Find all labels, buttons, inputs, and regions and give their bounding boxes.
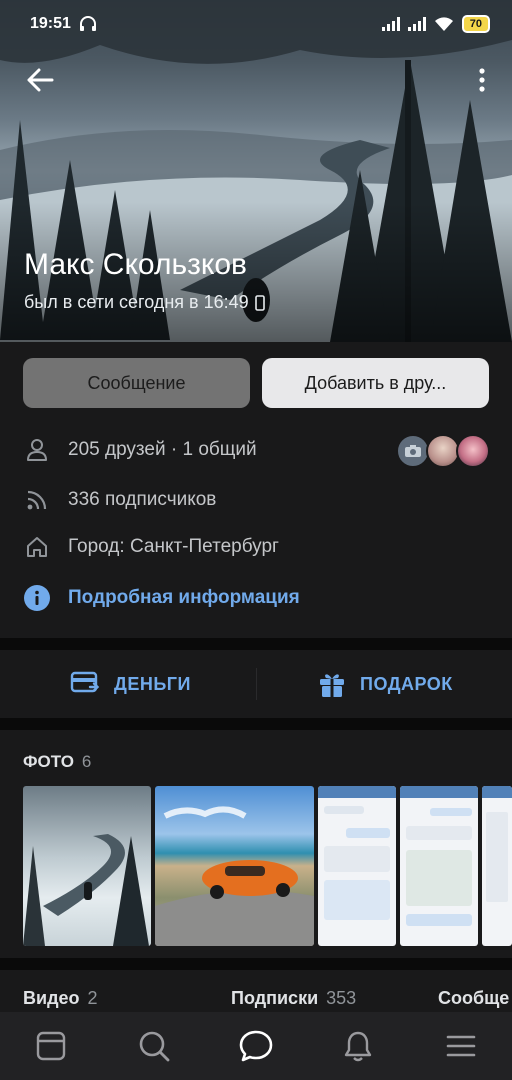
mutual-friends-avatars[interactable] (396, 434, 490, 468)
add-friend-button[interactable]: Добавить в дру... (262, 358, 489, 408)
search-icon (139, 1031, 170, 1062)
more-info-row[interactable]: Подробная информация (22, 583, 300, 613)
battery-indicator: 70 (461, 15, 490, 33)
tab-menu[interactable] (410, 1012, 512, 1080)
profile-info-card: Сообщение Добавить в дру... 205 друзей ·… (0, 342, 512, 638)
profile-counters: Видео 2 Подписки 353 Сообще (0, 970, 512, 1014)
online-status-text: был в сети сегодня в 16:49 (24, 292, 249, 312)
money-label: ДЕНЬГИ (114, 673, 191, 694)
online-status: был в сети сегодня в 16:49 (24, 292, 265, 313)
photo-thumb-5[interactable] (482, 786, 512, 946)
city-text: Город: Санкт-Петербург (68, 536, 279, 557)
info-icon (22, 583, 52, 613)
avatar-friend-1 (426, 434, 460, 468)
bottom-tab-bar (0, 1012, 512, 1080)
photos-count: 6 (81, 752, 92, 771)
gift-icon (320, 674, 344, 697)
tab-search[interactable] (102, 1012, 204, 1080)
status-bar: 19:51 70 (0, 0, 512, 48)
money-transfer-icon (70, 671, 100, 693)
notifications-icon (345, 1031, 372, 1062)
wifi-icon (434, 17, 453, 31)
tab-newsfeed[interactable] (0, 1012, 102, 1080)
back-button[interactable] (20, 60, 60, 100)
signal-icon (381, 17, 400, 31)
more-options-button[interactable] (470, 60, 494, 100)
avatar-friend-2 (456, 434, 490, 468)
money-button[interactable]: ДЕНЬГИ (70, 650, 191, 718)
actions-card: ДЕНЬГИ ПОДАРОК (0, 650, 512, 718)
mobile-phone-icon (254, 294, 265, 311)
rss-icon (22, 485, 52, 515)
photos-header[interactable]: ФОТО 6 (23, 752, 91, 772)
message-button[interactable]: Сообщение (23, 358, 250, 408)
gift-label: ПОДАРОК (360, 673, 453, 694)
communities-label: Сообще (438, 988, 510, 1008)
videos-count: 2 (87, 988, 98, 1008)
videos-label: Видео (23, 988, 80, 1008)
avatar-camera-placeholder (396, 434, 430, 468)
subscriptions-label: Подписки (231, 988, 319, 1008)
friends-row[interactable]: 205 друзей · 1 общий (22, 435, 257, 465)
photos-section: ФОТО 6 (0, 730, 512, 958)
photo-thumb-1[interactable] (23, 786, 151, 946)
followers-count-text: 336 подписчиков (68, 489, 217, 510)
subscriptions-count: 353 (326, 988, 357, 1008)
profile-name: Макс Скользков (24, 248, 247, 281)
gift-button[interactable]: ПОДАРОК (318, 650, 453, 718)
communities-counter[interactable]: Сообще (438, 988, 509, 1009)
city-row: Город: Санкт-Петербург (22, 532, 279, 562)
tab-messages[interactable] (205, 1012, 307, 1080)
photo-thumb-3[interactable] (318, 786, 396, 946)
more-vertical-icon (479, 68, 485, 92)
menu-icon (446, 1035, 476, 1057)
tab-notifications[interactable] (307, 1012, 409, 1080)
newsfeed-icon (37, 1031, 66, 1061)
photos-title: ФОТО (23, 752, 74, 771)
status-time: 19:51 (30, 15, 71, 32)
profile-cover[interactable] (0, 0, 512, 342)
signal-icon-2 (407, 17, 426, 31)
photo-thumbnails (23, 786, 512, 946)
camera-icon (405, 445, 421, 457)
messages-icon (239, 1030, 273, 1062)
person-icon (22, 435, 52, 465)
photo-thumb-2[interactable] (155, 786, 314, 946)
actions-divider (256, 668, 257, 700)
more-info-link[interactable]: Подробная информация (68, 587, 300, 609)
followers-row[interactable]: 336 подписчиков (22, 485, 216, 515)
subscriptions-counter[interactable]: Подписки 353 (231, 988, 356, 1009)
home-icon (22, 532, 52, 562)
headphones-icon (79, 16, 96, 31)
videos-counter[interactable]: Видео 2 (23, 988, 98, 1009)
friends-count-text: 205 друзей · 1 общий (68, 439, 257, 460)
photo-thumb-4[interactable] (400, 786, 478, 946)
arrow-left-icon (27, 68, 54, 92)
